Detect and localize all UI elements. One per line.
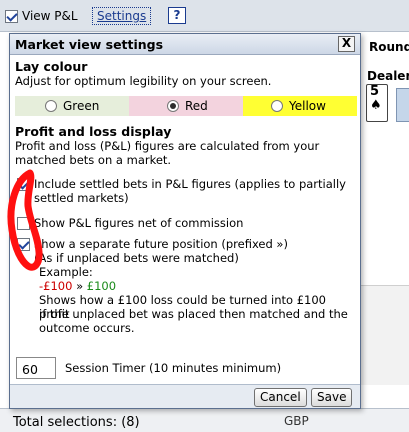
spade-icon: ♠ bbox=[370, 98, 382, 113]
include-settled-line2: settled markets) bbox=[34, 191, 129, 205]
include-settled-checkbox[interactable] bbox=[17, 178, 30, 191]
dealer-card-partial bbox=[396, 88, 409, 122]
example-values: -£100 » £100 bbox=[39, 279, 116, 293]
dialog-title: Market view settings bbox=[15, 37, 164, 52]
lay-colour-red[interactable]: Red bbox=[129, 96, 243, 116]
example-negative: -£100 bbox=[39, 279, 73, 293]
card-rank: 5 bbox=[370, 84, 380, 99]
dialog-header: Market view settings X bbox=[10, 34, 360, 55]
lay-colour-heading: Lay colour bbox=[15, 59, 88, 74]
yellow-label: Yellow bbox=[289, 99, 326, 113]
future-position-label: Show a separate future position (prefixe… bbox=[34, 237, 356, 265]
bottom-bar: Total selections: (8) GBP bbox=[0, 408, 409, 432]
round-label: Round bbox=[369, 40, 409, 54]
lay-colour-options: Green Red Yellow bbox=[15, 96, 357, 116]
lay-colour-yellow[interactable]: Yellow bbox=[243, 96, 357, 116]
view-pl-checkbox[interactable] bbox=[5, 10, 18, 23]
total-selections: Total selections: (8) bbox=[13, 415, 140, 430]
top-toolbar: View P&L Settings ? bbox=[0, 0, 409, 32]
session-timer-label: Session Timer (10 minutes minimum) bbox=[65, 361, 282, 375]
red-radio[interactable] bbox=[167, 100, 179, 112]
help-button[interactable]: ? bbox=[168, 7, 186, 24]
view-pl-label: View P&L bbox=[22, 9, 78, 23]
lay-colour-green[interactable]: Green bbox=[15, 96, 129, 116]
currency-label: GBP bbox=[284, 414, 309, 428]
green-radio[interactable] bbox=[45, 100, 57, 112]
pl-description-line2: matched bets on a market. bbox=[15, 153, 172, 167]
example-arrow: » bbox=[72, 279, 87, 293]
future-position-line2: (As if unplaced bets were matched) bbox=[34, 251, 239, 265]
net-commission-label: Show P&L figures net of commission bbox=[34, 216, 244, 230]
green-label: Green bbox=[63, 99, 100, 113]
future-position-checkbox[interactable] bbox=[17, 238, 30, 251]
cancel-button[interactable]: Cancel bbox=[254, 388, 307, 407]
close-button[interactable]: X bbox=[338, 36, 355, 52]
dealer-label: Dealer bbox=[367, 69, 409, 83]
yellow-radio[interactable] bbox=[271, 100, 283, 112]
session-timer-input[interactable] bbox=[16, 357, 56, 379]
dealer-card: 5 ♠ bbox=[366, 84, 388, 122]
include-settled-label: Include settled bets in P&L figures (app… bbox=[34, 177, 356, 205]
red-label: Red bbox=[185, 99, 208, 113]
include-settled-line1: Include settled bets in P&L figures (app… bbox=[34, 177, 346, 191]
pl-display-heading: Profit and loss display bbox=[15, 124, 172, 139]
save-button[interactable]: Save bbox=[311, 388, 353, 407]
pl-description-line1: Profit and loss (P&L) figures are calcul… bbox=[15, 139, 320, 153]
dialog-footer: Cancel Save bbox=[10, 384, 360, 408]
future-position-line1: Show a separate future position (prefixe… bbox=[34, 237, 288, 251]
net-commission-checkbox[interactable] bbox=[17, 217, 30, 230]
lay-colour-description: Adjust for optimum legibility on your sc… bbox=[15, 74, 272, 88]
example-positive: £100 bbox=[86, 279, 117, 293]
example-label: Example: bbox=[39, 265, 93, 279]
settings-link[interactable]: Settings bbox=[92, 7, 152, 25]
example-note-line2: if the unplaced bet was placed then matc… bbox=[39, 307, 348, 321]
market-view-settings-dialog: Market view settings X Lay colour Adjust… bbox=[9, 33, 361, 409]
example-note-line3: outcome occurs. bbox=[39, 321, 135, 335]
